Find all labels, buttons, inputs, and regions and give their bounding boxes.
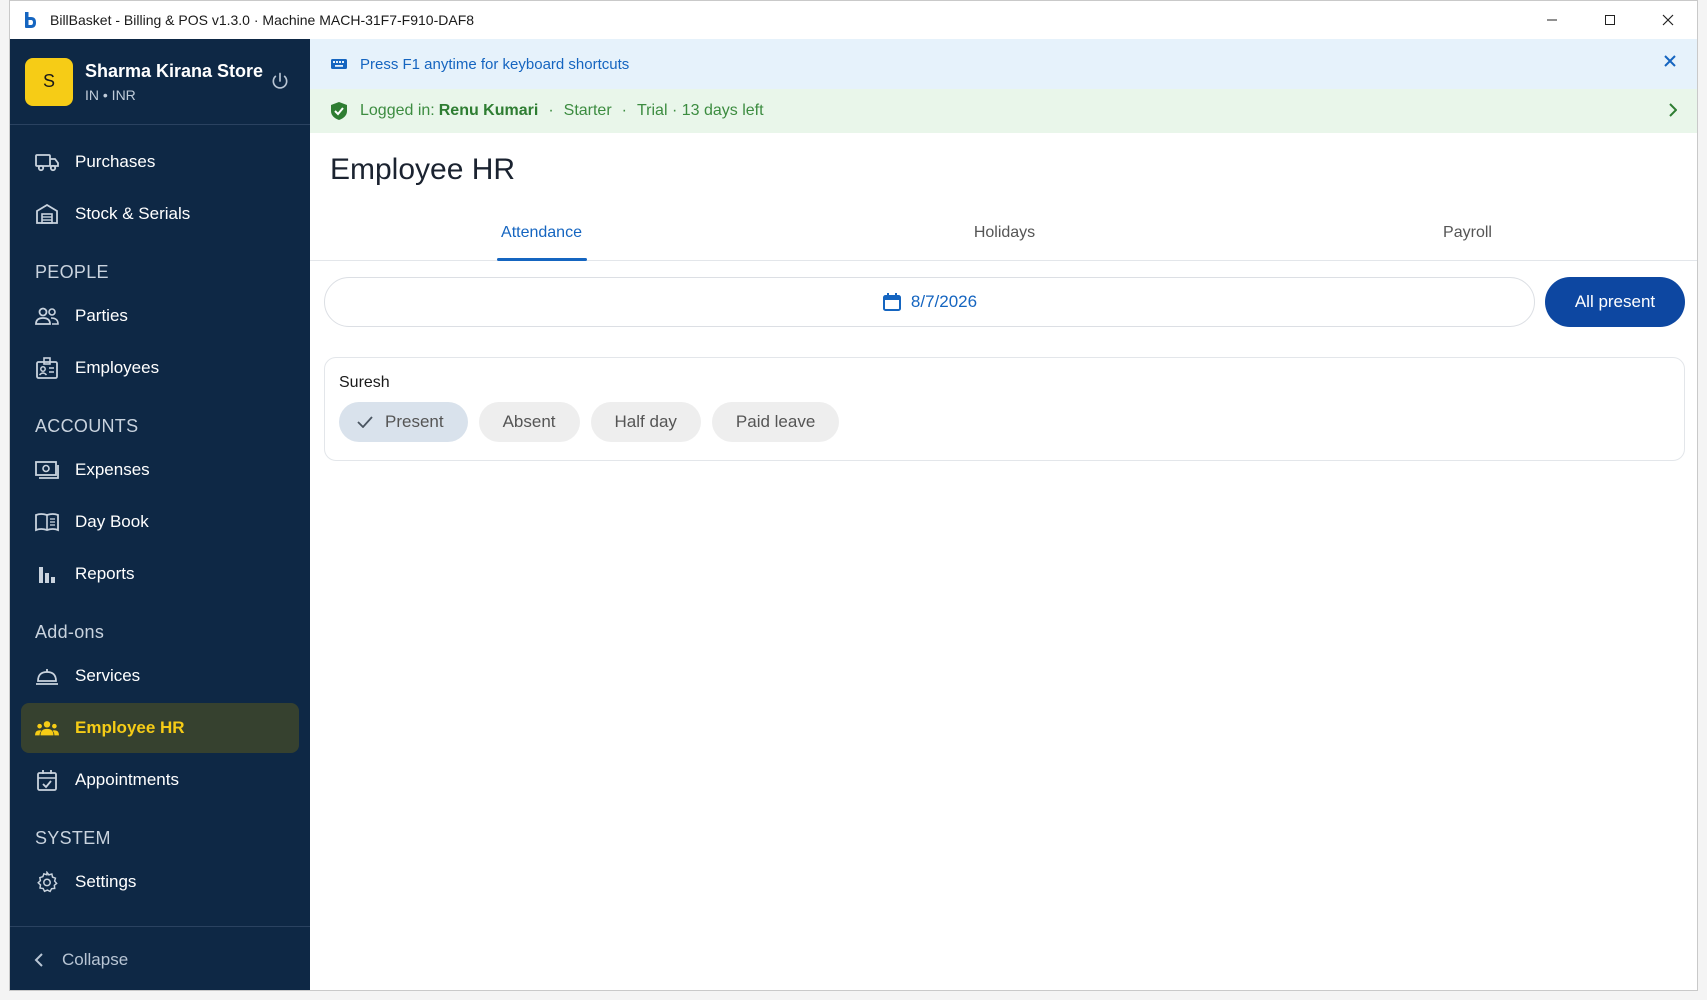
sidebar-item-label: Employees <box>75 358 160 377</box>
calendar-icon <box>882 292 902 312</box>
power-icon <box>272 72 288 89</box>
sidebar-item-label: Parties <box>75 306 128 325</box>
sidebar-item-label: Services <box>75 666 141 685</box>
groups-icon <box>35 716 59 740</box>
date-picker[interactable]: 8/7/2026 <box>324 277 1535 327</box>
selected-date: 8/7/2026 <box>910 292 978 311</box>
book-icon <box>35 510 59 534</box>
sidebar-item-stock-serials[interactable]: Stock & Serials <box>21 189 299 239</box>
collapse-button[interactable]: Collapse <box>10 926 310 990</box>
sidebar-item-label: Settings <box>75 872 137 891</box>
chip-absent[interactable]: Absent <box>478 402 580 442</box>
desktop-background-bottom <box>0 991 1707 1000</box>
sidebar-item-employees[interactable]: Employees <box>21 343 299 393</box>
section-accounts: ACCOUNTS <box>35 416 139 436</box>
warehouse-icon <box>35 202 59 226</box>
desktop-background-right <box>1698 0 1707 1000</box>
minimize-button[interactable] <box>1523 1 1581 39</box>
bar-chart-icon <box>35 562 59 586</box>
truck-icon <box>35 150 59 174</box>
shortcut-banner-text: Press F1 anytime for keyboard shortcuts <box>360 55 630 73</box>
badge-icon <box>35 356 59 380</box>
sidebar-item-employee-hr[interactable]: Employee HR <box>21 703 299 753</box>
main-content: Press F1 anytime for keyboard shortcuts … <box>310 39 1697 990</box>
sidebar-item-expenses[interactable]: Expenses <box>21 445 299 495</box>
close-icon <box>1662 14 1674 26</box>
separator-dot: · <box>621 102 627 119</box>
window-title: BillBasket - Billing & POS v1.3.0 · Mach… <box>50 12 475 28</box>
tab-payroll[interactable]: Payroll <box>1236 205 1697 260</box>
chevron-left-icon <box>34 952 44 968</box>
sidebar-item-services[interactable]: Services <box>21 651 299 701</box>
employee-name: Suresh <box>339 374 390 391</box>
sidebar-item-day-book[interactable]: Day Book <box>21 497 299 547</box>
separator-dot: · <box>548 102 554 119</box>
room-service-icon <box>35 664 59 688</box>
section-system: SYSTEM <box>35 828 111 848</box>
attendance-options: Present Absent Half day Paid leave <box>339 402 1670 442</box>
sidebar-item-label: Expenses <box>75 460 150 479</box>
store-name: Sharma Kirana Store <box>85 60 264 81</box>
plan-name: Starter <box>563 102 612 119</box>
tab-bar: Attendance Holidays Payroll <box>310 205 1697 261</box>
shortcut-banner: Press F1 anytime for keyboard shortcuts <box>310 39 1697 89</box>
app-logo-icon <box>20 10 40 30</box>
sidebar-item-label: Stock & Serials <box>75 204 191 223</box>
store-locale: IN • INR <box>85 86 136 103</box>
chip-half-day[interactable]: Half day <box>590 402 701 442</box>
app-window: BillBasket - Billing & POS v1.3.0 · Mach… <box>9 0 1698 991</box>
chip-present[interactable]: Present <box>339 402 468 442</box>
close-window-button[interactable] <box>1639 1 1697 39</box>
sidebar-item-parties[interactable]: Parties <box>21 291 299 341</box>
employee-attendance-card: Suresh Present Absent Half day Paid leav… <box>324 357 1685 461</box>
sidebar-item-label: Employee HR <box>75 718 185 737</box>
logged-in-user: Renu Kumari <box>438 102 539 119</box>
store-avatar[interactable]: S <box>25 57 73 106</box>
sidebar-nav: Purchases Stock & Serials PEOPLE Parties <box>10 125 310 907</box>
sidebar-item-label: Reports <box>75 564 135 583</box>
minimize-icon <box>1547 19 1557 21</box>
sidebar-item-settings[interactable]: Settings <box>21 857 299 907</box>
trial-status: Trial · 13 days left <box>636 102 764 119</box>
date-row: 8/7/2026 All present <box>310 277 1697 327</box>
title-bar[interactable]: BillBasket - Billing & POS v1.3.0 · Mach… <box>10 1 1697 39</box>
tab-attendance[interactable]: Attendance <box>310 205 773 260</box>
logout-button[interactable] <box>268 69 292 93</box>
page-title: Employee HR <box>330 153 516 186</box>
all-present-button[interactable]: All present <box>1545 277 1685 327</box>
chip-paid-leave[interactable]: Paid leave <box>711 402 840 442</box>
chip-label: Present <box>385 412 444 431</box>
collapse-label: Collapse <box>62 949 129 969</box>
maximize-icon <box>1605 15 1615 25</box>
sidebar-item-label: Day Book <box>75 512 149 531</box>
close-banner-button[interactable] <box>1663 54 1677 68</box>
login-label: Logged in: <box>360 102 435 119</box>
sidebar-item-label: Purchases <box>75 152 156 171</box>
calendar-check-icon <box>35 768 59 792</box>
sidebar-item-appointments[interactable]: Appointments <box>21 755 299 805</box>
section-addons: Add-ons <box>35 622 105 642</box>
maximize-button[interactable] <box>1581 1 1639 39</box>
section-people: PEOPLE <box>35 262 109 282</box>
verified-shield-icon <box>330 101 348 121</box>
login-banner[interactable]: Logged in: Renu Kumari · Starter · Trial… <box>310 89 1697 133</box>
check-icon <box>357 416 373 428</box>
chevron-right-icon[interactable] <box>1669 103 1677 117</box>
people-icon <box>35 304 59 328</box>
sidebar-item-purchases[interactable]: Purchases <box>21 137 299 187</box>
sidebar-item-label: Appointments <box>75 770 179 789</box>
keyboard-icon <box>330 57 348 71</box>
desktop-background-left <box>0 0 9 1000</box>
store-header: S Sharma Kirana Store IN • INR <box>10 39 310 125</box>
sidebar-item-reports[interactable]: Reports <box>21 549 299 599</box>
sidebar: S Sharma Kirana Store IN • INR Purchases <box>10 39 310 990</box>
tab-holidays[interactable]: Holidays <box>773 205 1236 260</box>
close-icon <box>1664 55 1676 67</box>
cash-icon <box>35 458 59 482</box>
gear-icon <box>35 870 59 894</box>
